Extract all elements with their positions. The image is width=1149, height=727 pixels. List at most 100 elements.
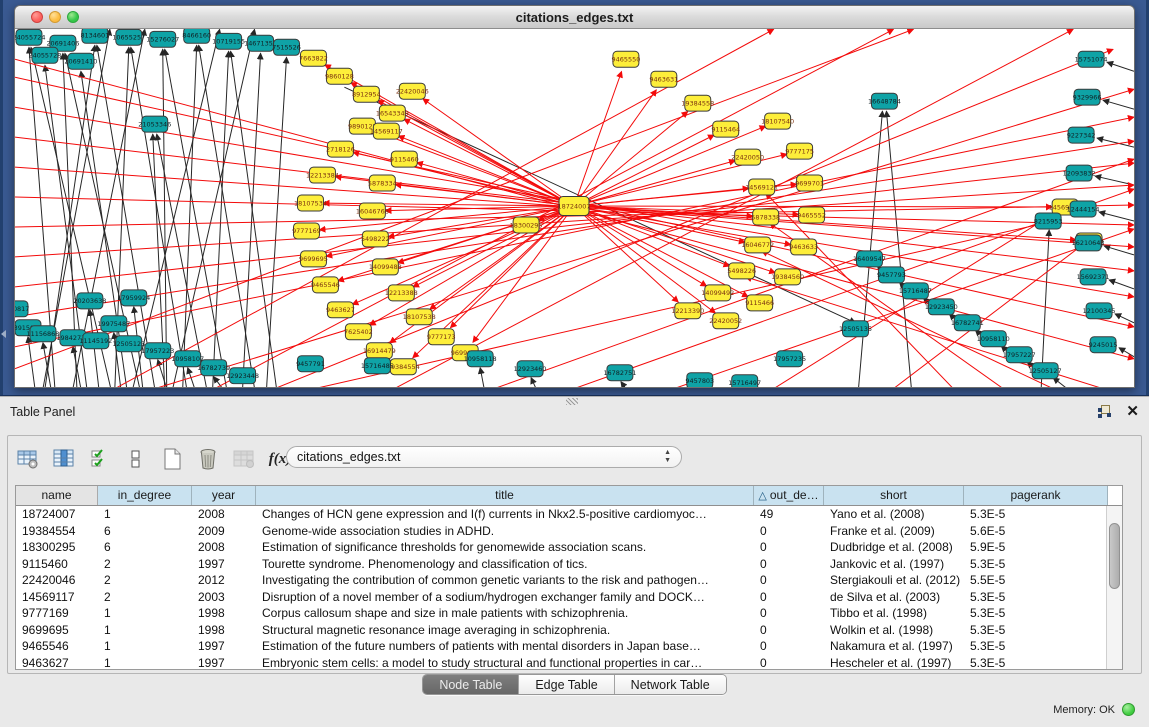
cell-outde[interactable]: 0 <box>754 655 824 671</box>
cell-indegree[interactable]: 2 <box>98 556 192 573</box>
tab-edge-table[interactable]: Edge Table <box>519 675 614 694</box>
network-view[interactable]: 1872400718300295766382298601288912954165… <box>15 29 1134 388</box>
cell-indegree[interactable]: 1 <box>98 638 192 655</box>
cell-name[interactable]: 9699695 <box>16 622 98 639</box>
cell-outde[interactable]: 0 <box>754 539 824 556</box>
table-row[interactable]: 1830029562008Estimation of significance … <box>16 539 1106 556</box>
cell-outde[interactable]: 0 <box>754 622 824 639</box>
cell-outde[interactable]: 49 <box>754 506 824 523</box>
cell-short[interactable]: Dudbridge et al. (2008) <box>824 539 964 556</box>
cell-title[interactable]: Estimation of the future numbers of pati… <box>256 638 754 655</box>
cell-outde[interactable]: 0 <box>754 523 824 540</box>
cell-year[interactable]: 1997 <box>192 556 256 573</box>
cell-title[interactable]: Structural magnetic resonance image aver… <box>256 622 754 639</box>
float-window-icon[interactable] <box>1098 405 1112 418</box>
cell-outde[interactable]: 0 <box>754 638 824 655</box>
cell-indegree[interactable]: 1 <box>98 622 192 639</box>
table-row[interactable]: 2242004622012Investigating the contribut… <box>16 572 1106 589</box>
table-row[interactable]: 977716911998Corpus callosum shape and si… <box>16 605 1106 622</box>
cell-title[interactable]: Corpus callosum shape and size in male p… <box>256 605 754 622</box>
cell-short[interactable]: Yano et al. (2008) <box>824 506 964 523</box>
select-columns-icon[interactable] <box>52 447 76 471</box>
column-header-year[interactable]: year <box>192 486 256 505</box>
cell-year[interactable]: 1998 <box>192 622 256 639</box>
cell-short[interactable]: Nakamura et al. (1997) <box>824 638 964 655</box>
cell-name[interactable]: 9465546 <box>16 638 98 655</box>
cell-year[interactable]: 2008 <box>192 539 256 556</box>
cell-outde[interactable]: 0 <box>754 556 824 573</box>
cell-year[interactable]: 1997 <box>192 655 256 671</box>
function-checks-icon[interactable] <box>88 447 112 471</box>
cell-indegree[interactable]: 1 <box>98 655 192 671</box>
column-header-title[interactable]: title <box>256 486 754 505</box>
column-header-outde[interactable]: △out_de… <box>754 486 824 505</box>
cell-short[interactable]: Hescheler et al. (1997) <box>824 655 964 671</box>
delete-table-icon[interactable] <box>196 447 220 471</box>
table-row[interactable]: 946554611997Estimation of the future num… <box>16 638 1106 655</box>
cell-outde[interactable]: 0 <box>754 589 824 606</box>
cell-year[interactable]: 2003 <box>192 589 256 606</box>
cell-title[interactable]: Genome-wide association studies in ADHD. <box>256 523 754 540</box>
table-row[interactable]: 946362711997Embryonic stem cells: a mode… <box>16 655 1106 671</box>
column-header-short[interactable]: short <box>824 486 964 505</box>
table-row[interactable]: 1938455462009Genome-wide association stu… <box>16 523 1106 540</box>
column-header-name[interactable]: name <box>16 486 98 505</box>
cell-pagerank[interactable]: 5.3E-5 <box>964 556 1108 573</box>
cell-pagerank[interactable]: 5.3E-5 <box>964 655 1108 671</box>
vertical-scrollbar[interactable] <box>1106 506 1122 669</box>
cell-name[interactable]: 14569117 <box>16 589 98 606</box>
cell-title[interactable]: Investigating the contribution of common… <box>256 572 754 589</box>
create-table-icon[interactable] <box>160 447 184 471</box>
cell-title[interactable]: Estimation of significance thresholds fo… <box>256 539 754 556</box>
cell-year[interactable]: 1997 <box>192 638 256 655</box>
cell-short[interactable]: Franke et al. (2009) <box>824 523 964 540</box>
cell-pagerank[interactable]: 5.3E-5 <box>964 605 1108 622</box>
cell-year[interactable]: 1998 <box>192 605 256 622</box>
cell-outde[interactable]: 0 <box>754 605 824 622</box>
cell-indegree[interactable]: 1 <box>98 506 192 523</box>
tab-node-table[interactable]: Node Table <box>423 675 519 694</box>
network-window-titlebar[interactable]: citations_edges.txt <box>15 6 1134 29</box>
table-row[interactable]: 1872400712008Changes of HCN gene express… <box>16 506 1106 523</box>
cell-indegree[interactable]: 6 <box>98 523 192 540</box>
cell-name[interactable]: 19384554 <box>16 523 98 540</box>
splitter-grip[interactable] <box>566 398 578 405</box>
network-window[interactable]: citations_edges.txt 18724007183002957663… <box>14 5 1135 388</box>
cell-title[interactable]: Tourette syndrome. Phenomenology and cla… <box>256 556 754 573</box>
cell-short[interactable]: Stergiakouli et al. (2012) <box>824 572 964 589</box>
cell-year[interactable]: 2012 <box>192 572 256 589</box>
column-header-pagerank[interactable]: pagerank <box>964 486 1108 505</box>
cell-pagerank[interactable]: 5.5E-5 <box>964 572 1108 589</box>
cell-pagerank[interactable]: 5.3E-5 <box>964 506 1108 523</box>
cell-indegree[interactable]: 2 <box>98 572 192 589</box>
table-row[interactable]: 969969511998Structural magnetic resonanc… <box>16 622 1106 639</box>
table-settings-icon[interactable] <box>16 447 40 471</box>
cell-short[interactable]: de Silva et al. (2003) <box>824 589 964 606</box>
cell-pagerank[interactable]: 5.6E-5 <box>964 523 1108 540</box>
scrollbar-thumb[interactable] <box>1109 523 1120 589</box>
cell-pagerank[interactable]: 5.3E-5 <box>964 589 1108 606</box>
cell-name[interactable]: 18300295 <box>16 539 98 556</box>
cell-name[interactable]: 9777169 <box>16 605 98 622</box>
close-panel-icon[interactable]: ✕ <box>1126 405 1139 418</box>
table-selector-dropdown[interactable]: citations_edges.txt ▲▼ <box>286 446 682 468</box>
cell-title[interactable]: Embryonic stem cells: a model to study s… <box>256 655 754 671</box>
cell-year[interactable]: 2008 <box>192 506 256 523</box>
cell-name[interactable]: 9463627 <box>16 655 98 671</box>
panel-collapse-arrow-icon[interactable] <box>1 330 6 338</box>
cell-year[interactable]: 2009 <box>192 523 256 540</box>
cell-pagerank[interactable]: 5.3E-5 <box>964 638 1108 655</box>
clear-rows-icon[interactable] <box>124 447 148 471</box>
cell-outde[interactable]: 0 <box>754 572 824 589</box>
cell-pagerank[interactable]: 5.9E-5 <box>964 539 1108 556</box>
tab-network-table[interactable]: Network Table <box>615 675 726 694</box>
cell-short[interactable]: Jankovic et al. (1997) <box>824 556 964 573</box>
cell-title[interactable]: Disruption of a novel member of a sodium… <box>256 589 754 606</box>
cell-short[interactable]: Tibbo et al. (1998) <box>824 605 964 622</box>
cell-name[interactable]: 18724007 <box>16 506 98 523</box>
cell-indegree[interactable]: 6 <box>98 539 192 556</box>
cell-pagerank[interactable]: 5.3E-5 <box>964 622 1108 639</box>
cell-title[interactable]: Changes of HCN gene expression and I(f) … <box>256 506 754 523</box>
cell-short[interactable]: Wolkin et al. (1998) <box>824 622 964 639</box>
table-row[interactable]: 1456911722003Disruption of a novel membe… <box>16 589 1106 606</box>
